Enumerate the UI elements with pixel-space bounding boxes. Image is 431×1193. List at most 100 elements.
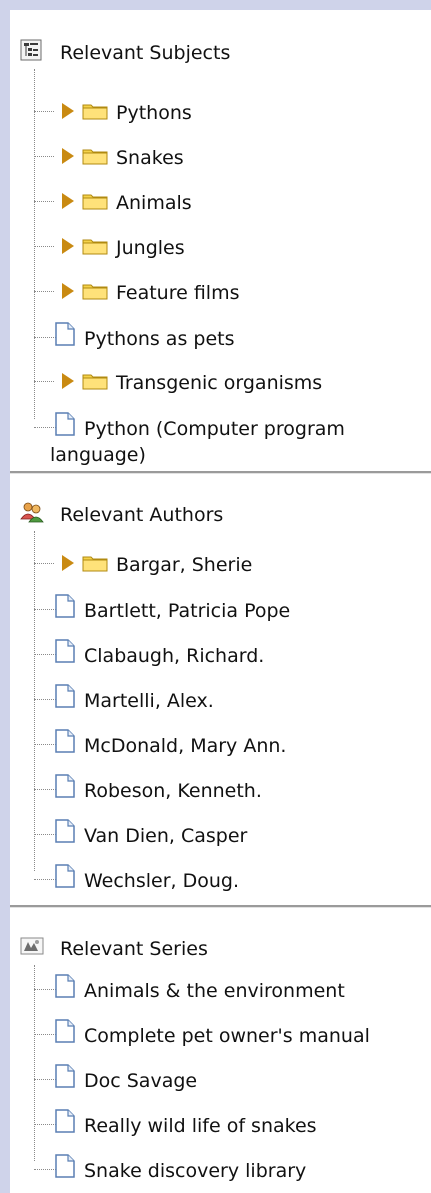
series-label[interactable]: Really wild life of snakes — [84, 1114, 317, 1138]
expand-arrow-icon[interactable] — [62, 103, 74, 119]
folder-icon — [82, 192, 108, 210]
subject-label[interactable]: Snakes — [116, 146, 184, 170]
subject-item[interactable]: Transgenic organisms — [10, 369, 431, 409]
tree-branch — [34, 1079, 56, 1080]
subject-item[interactable]: Python (Computer program language) — [10, 412, 431, 475]
author-label[interactable]: Martelli, Alex. — [84, 689, 214, 713]
subject-label[interactable]: Transgenic organisms — [116, 371, 322, 395]
document-icon — [54, 1108, 76, 1134]
tree-branch — [34, 1124, 56, 1125]
series-item[interactable]: Snake discovery library — [10, 1154, 431, 1193]
tree-branch — [34, 111, 54, 112]
series-item[interactable]: Complete pet owner's manual — [10, 1019, 431, 1062]
subject-label[interactable]: Pythons — [116, 101, 192, 125]
author-item[interactable]: Bartlett, Patricia Pope — [10, 594, 431, 637]
folder-icon — [82, 147, 108, 165]
document-icon — [54, 773, 76, 799]
document-icon — [54, 638, 76, 664]
tree-branch — [34, 609, 56, 610]
document-icon — [54, 818, 76, 844]
subject-item[interactable]: Animals — [10, 189, 431, 229]
expand-arrow-icon[interactable] — [62, 238, 74, 254]
document-icon — [54, 1063, 76, 1089]
tree-branch — [34, 246, 54, 247]
author-item[interactable]: Robeson, Kenneth. — [10, 774, 431, 817]
folder-icon — [82, 237, 108, 255]
series-label[interactable]: Doc Savage — [84, 1069, 197, 1093]
author-item[interactable]: McDonald, Mary Ann. — [10, 729, 431, 772]
subjects-title: Relevant Subjects — [60, 42, 231, 64]
folder-icon — [82, 102, 108, 120]
author-label[interactable]: Van Dien, Casper — [84, 824, 247, 848]
document-icon — [54, 411, 76, 437]
series-label[interactable]: Animals & the environment — [84, 979, 345, 1003]
tree-branch — [34, 201, 54, 202]
series-label[interactable]: Snake discovery library — [84, 1159, 306, 1183]
series-label[interactable]: Complete pet owner's manual — [84, 1024, 370, 1048]
author-item[interactable]: Van Dien, Casper — [10, 819, 431, 862]
subject-label[interactable]: Animals — [116, 191, 192, 215]
section-divider — [10, 471, 431, 474]
document-icon — [54, 321, 76, 347]
author-item[interactable]: Bargar, Sherie — [10, 551, 431, 591]
author-item[interactable]: Clabaugh, Richard. — [10, 639, 431, 682]
expand-arrow-icon[interactable] — [62, 283, 74, 299]
author-label[interactable]: Robeson, Kenneth. — [84, 779, 262, 803]
document-icon — [54, 728, 76, 754]
author-label[interactable]: McDonald, Mary Ann. — [84, 734, 286, 758]
tree-branch — [34, 1034, 56, 1035]
author-item[interactable]: Wechsler, Doug. — [10, 864, 431, 907]
tree-branch — [34, 744, 56, 745]
tree-branch — [34, 337, 56, 338]
people-icon — [20, 501, 44, 523]
authors-header: Relevant Authors — [10, 499, 431, 529]
subject-item[interactable]: Jungles — [10, 234, 431, 274]
document-icon — [54, 973, 76, 999]
subject-label[interactable]: Pythons as pets — [84, 327, 234, 351]
authors-title: Relevant Authors — [60, 504, 224, 526]
subject-label[interactable]: Jungles — [116, 236, 185, 260]
subjects-header: Relevant Subjects — [10, 37, 431, 67]
expand-arrow-icon[interactable] — [62, 373, 74, 389]
author-label[interactable]: Clabaugh, Richard. — [84, 644, 264, 668]
tree-branch — [34, 563, 54, 564]
subject-label[interactable]: Python (Computer program — [84, 417, 345, 441]
series-item[interactable]: Animals & the environment — [10, 974, 431, 1017]
subject-item[interactable]: Snakes — [10, 144, 431, 184]
tree-branch — [34, 989, 56, 990]
expand-arrow-icon[interactable] — [62, 555, 74, 571]
sidebar-frame: Relevant Subjects Pythons Snakes Animals… — [0, 0, 431, 1193]
author-label[interactable]: Bargar, Sherie — [116, 553, 252, 577]
tree-branch — [34, 291, 54, 292]
tree-branch — [34, 156, 54, 157]
folder-icon — [82, 372, 108, 390]
folder-icon — [82, 282, 108, 300]
folder-icon — [82, 554, 108, 572]
author-item[interactable]: Martelli, Alex. — [10, 684, 431, 727]
tree-branch — [34, 654, 56, 655]
series-item[interactable]: Doc Savage — [10, 1064, 431, 1107]
tree-branch — [34, 427, 56, 428]
document-icon — [54, 683, 76, 709]
document-icon — [54, 593, 76, 619]
author-label[interactable]: Wechsler, Doug. — [84, 869, 239, 893]
tree-branch — [34, 879, 56, 880]
subject-item[interactable]: Pythons — [10, 99, 431, 139]
tree-branch — [34, 789, 56, 790]
document-icon — [54, 863, 76, 889]
series-title: Relevant Series — [60, 938, 208, 960]
subject-label[interactable]: Feature films — [116, 281, 240, 305]
document-icon — [54, 1018, 76, 1044]
subject-label-continued[interactable]: language) — [50, 443, 146, 467]
subject-item[interactable]: Feature films — [10, 279, 431, 319]
facet-panel: Relevant Subjects Pythons Snakes Animals… — [10, 10, 431, 1193]
subject-item[interactable]: Pythons as pets — [10, 322, 431, 365]
expand-arrow-icon[interactable] — [62, 193, 74, 209]
tree-branch — [34, 699, 56, 700]
series-item[interactable]: Really wild life of snakes — [10, 1109, 431, 1152]
tree-branch — [34, 834, 56, 835]
author-label[interactable]: Bartlett, Patricia Pope — [84, 599, 290, 623]
expand-arrow-icon[interactable] — [62, 148, 74, 164]
section-divider — [10, 905, 431, 908]
tree-branch — [34, 381, 54, 382]
